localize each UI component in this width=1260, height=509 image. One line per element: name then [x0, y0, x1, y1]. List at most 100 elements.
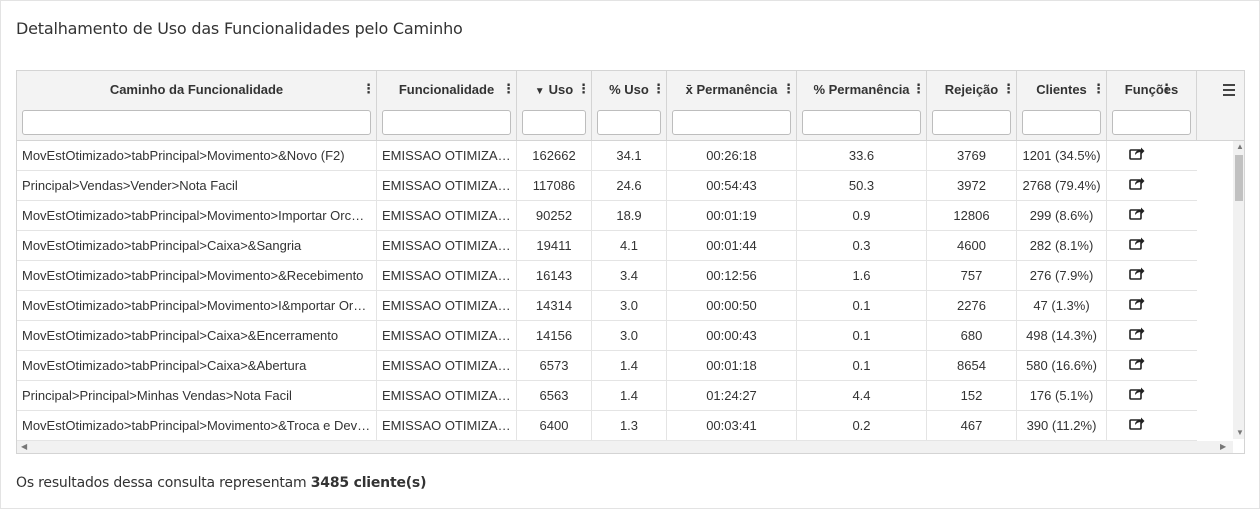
column-header-text: Uso	[548, 82, 574, 97]
cell-clients: 1201 (34.5%)	[1017, 141, 1107, 171]
cell-usage: 6573	[517, 351, 592, 381]
cell-functions	[1107, 351, 1197, 381]
table-row[interactable]: Principal>Vendas>Vender>Nota Facil EMISSA…	[17, 171, 1197, 201]
cell-functions	[1107, 231, 1197, 261]
share-icon[interactable]	[1129, 201, 1145, 230]
filter-input-rejection[interactable]	[932, 110, 1011, 135]
column-header-functions[interactable]: Funções ⋮	[1107, 71, 1197, 140]
filter-input-usage-pct[interactable]	[597, 110, 661, 135]
cell-usage: 90252	[517, 201, 592, 231]
column-header-label[interactable]: x̄ Permanência	[667, 82, 796, 97]
column-header-text: % Permanência	[813, 82, 910, 97]
horizontal-scrollbar[interactable]: ◀ ▶	[17, 441, 1233, 453]
cell-stay-pct: 1.6	[797, 261, 927, 291]
scroll-up-icon[interactable]: ▲	[1236, 143, 1244, 151]
share-icon[interactable]	[1129, 231, 1145, 260]
table-row[interactable]: MovEstOtimizado>tabPrincipal>Caixa>&Sang…	[17, 231, 1197, 261]
column-menu-kebab-icon[interactable]: ⋮	[502, 82, 515, 95]
filter-input-path[interactable]	[22, 110, 371, 135]
cell-path: MovEstOtimizado>tabPrincipal>Movimento>&…	[17, 141, 377, 171]
cell-path: MovEstOtimizado>tabPrincipal>Caixa>&Aber…	[17, 351, 377, 381]
cell-rejection: 467	[927, 411, 1017, 441]
cell-usage: 6563	[517, 381, 592, 411]
scroll-right-icon[interactable]: ▶	[1220, 443, 1226, 451]
column-header-text: Caminho da Funcionalidade	[109, 82, 284, 97]
cell-functions	[1107, 171, 1197, 201]
scroll-left-icon[interactable]: ◀	[21, 443, 27, 451]
column-menu-kebab-icon[interactable]: ⋮	[577, 82, 590, 95]
filter-input-usage[interactable]	[522, 110, 586, 135]
share-icon[interactable]	[1129, 291, 1145, 320]
table-row[interactable]: MovEstOtimizado>tabPrincipal>Movimento>I…	[17, 291, 1197, 321]
results-summary: Os resultados dessa consulta representam…	[16, 475, 426, 491]
vertical-scrollbar[interactable]: ▲ ▼	[1233, 141, 1244, 439]
column-header-clients[interactable]: Clientes ⋮	[1017, 71, 1107, 140]
grid-menu-hamburger-icon[interactable]	[1214, 71, 1244, 108]
filter-input-avg-stay[interactable]	[672, 110, 791, 135]
column-header-text: x̄ Permanência	[685, 82, 778, 97]
column-menu-kebab-icon[interactable]: ⋮	[652, 82, 665, 95]
cell-path: MovEstOtimizado>tabPrincipal>Movimento>&…	[17, 411, 377, 441]
column-menu-kebab-icon[interactable]: ⋮	[362, 82, 375, 95]
filter-input-functions[interactable]	[1112, 110, 1191, 135]
table-row[interactable]: MovEstOtimizado>tabPrincipal>Movimento>&…	[17, 261, 1197, 291]
results-summary-text: Os resultados dessa consulta representam	[16, 475, 307, 491]
table-row[interactable]: MovEstOtimizado>tabPrincipal>Movimento>&…	[17, 411, 1197, 441]
cell-clients: 299 (8.6%)	[1017, 201, 1107, 231]
column-menu-kebab-icon[interactable]: ⋮	[782, 82, 795, 95]
share-icon[interactable]	[1129, 171, 1145, 200]
column-menu-kebab-icon[interactable]: ⋮	[912, 82, 925, 95]
cell-rejection: 757	[927, 261, 1017, 291]
table-row[interactable]: MovEstOtimizado>tabPrincipal>Caixa>&Ence…	[17, 321, 1197, 351]
column-menu-kebab-icon[interactable]: ⋮	[1092, 82, 1105, 95]
table-row[interactable]: MovEstOtimizado>tabPrincipal>Caixa>&Aber…	[17, 351, 1197, 381]
column-header-label[interactable]: Funcionalidade	[377, 82, 516, 97]
filter-input-feature[interactable]	[382, 110, 511, 135]
cell-feature: EMISSAO OTIMIZADA	[377, 231, 517, 261]
cell-usage: 14156	[517, 321, 592, 351]
share-icon[interactable]	[1129, 261, 1145, 290]
table-row[interactable]: MovEstOtimizado>tabPrincipal>Movimento>I…	[17, 201, 1197, 231]
column-header-path[interactable]: Caminho da Funcionalidade ⋮	[17, 71, 377, 140]
cell-usage: 6400	[517, 411, 592, 441]
column-header-usage[interactable]: ▼ Uso ⋮	[517, 71, 592, 140]
cell-functions	[1107, 141, 1197, 171]
table-row[interactable]: MovEstOtimizado>tabPrincipal>Movimento>&…	[17, 141, 1197, 171]
cell-rejection: 12806	[927, 201, 1017, 231]
column-header-label[interactable]: Funções	[1107, 82, 1196, 97]
column-header-text: % Uso	[609, 82, 649, 97]
cell-usage-pct: 34.1	[592, 141, 667, 171]
share-icon[interactable]	[1129, 141, 1145, 170]
share-icon[interactable]	[1129, 381, 1145, 410]
share-icon[interactable]	[1129, 351, 1145, 380]
column-header-feature[interactable]: Funcionalidade ⋮	[377, 71, 517, 140]
cell-stay-pct: 33.6	[797, 141, 927, 171]
share-icon[interactable]	[1129, 411, 1145, 440]
column-header-rejection[interactable]: Rejeição ⋮	[927, 71, 1017, 140]
column-header-text: Clientes	[1036, 82, 1087, 97]
table-row[interactable]: Principal>Principal>Minhas Vendas>Nota F…	[17, 381, 1197, 411]
cell-feature: EMISSAO OTIMIZADA	[377, 411, 517, 441]
column-header-usage-pct[interactable]: % Uso ⋮	[592, 71, 667, 140]
scroll-down-icon[interactable]: ▼	[1236, 429, 1244, 437]
cell-functions	[1107, 321, 1197, 351]
cell-rejection: 3769	[927, 141, 1017, 171]
cell-functions	[1107, 381, 1197, 411]
column-header-text: Rejeição	[944, 82, 999, 97]
column-menu-kebab-icon[interactable]: ⋮	[1160, 82, 1173, 95]
filter-input-clients[interactable]	[1022, 110, 1101, 135]
column-header-label[interactable]: Caminho da Funcionalidade	[17, 82, 376, 97]
vertical-scrollbar-thumb[interactable]	[1235, 155, 1243, 201]
share-icon[interactable]	[1129, 321, 1145, 350]
cell-usage-pct: 3.0	[592, 321, 667, 351]
cell-rejection: 152	[927, 381, 1017, 411]
column-header-avg-stay[interactable]: x̄ Permanência ⋮	[667, 71, 797, 140]
cell-stay-pct: 0.1	[797, 351, 927, 381]
cell-rejection: 8654	[927, 351, 1017, 381]
column-header-stay-pct[interactable]: % Permanência ⋮	[797, 71, 927, 140]
cell-usage-pct: 3.4	[592, 261, 667, 291]
filter-input-stay-pct[interactable]	[802, 110, 921, 135]
column-menu-kebab-icon[interactable]: ⋮	[1002, 82, 1015, 95]
cell-path: MovEstOtimizado>tabPrincipal>Movimento>&…	[17, 261, 377, 291]
column-header-label[interactable]: % Permanência	[797, 82, 926, 97]
